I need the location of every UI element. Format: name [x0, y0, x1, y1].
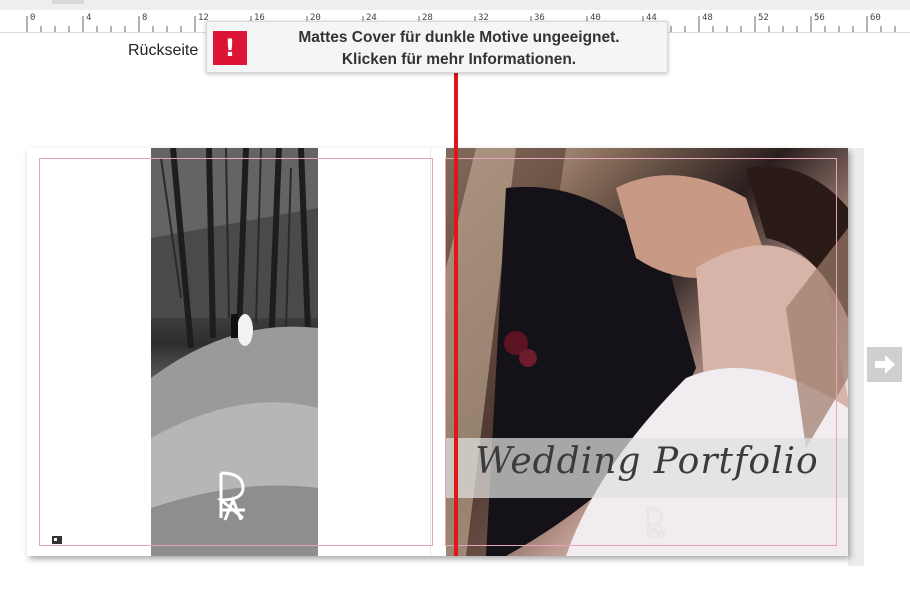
matte-cover-warning[interactable]: ! Mattes Cover für dunkle Motive ungeeig… — [206, 21, 668, 73]
exclamation-icon: ! — [213, 31, 247, 65]
window-top-strip — [0, 0, 910, 10]
ruler-label: 48 — [702, 13, 713, 23]
cover-title[interactable]: Wedding Portfolio — [446, 441, 848, 482]
arrow-right-icon — [875, 355, 895, 374]
ruler-label: 0 — [30, 13, 36, 23]
ruler-label: 8 — [142, 13, 148, 23]
tab-indicator — [52, 0, 84, 4]
back-cover-photo[interactable] — [151, 148, 318, 556]
spread-shadow — [848, 148, 864, 566]
warning-message: Mattes Cover für dunkle Motive ungeeigne… — [259, 27, 659, 71]
book-spine[interactable] — [430, 148, 447, 556]
fold-warning-line — [454, 72, 458, 556]
ruler-label: 56 — [814, 13, 825, 23]
qr-mark-icon — [52, 536, 62, 544]
front-cover-photo[interactable]: Wedding Portfolio — [446, 148, 848, 556]
cover-spread[interactable]: Wedding Portfolio — [27, 148, 848, 556]
warning-line-2: Klicken für mehr Informationen. — [341, 51, 577, 68]
page-side-label: Rückseite — [128, 42, 199, 59]
ruler-label: 60 — [870, 13, 881, 23]
ruler-label: 4 — [86, 13, 92, 23]
monogram-logo — [644, 506, 667, 539]
next-page-button[interactable] — [867, 347, 902, 382]
warning-line-1: Mattes Cover für dunkle Motive ungeeigne… — [298, 29, 620, 46]
ruler-label: 52 — [758, 13, 769, 23]
forest-path-image — [151, 148, 318, 556]
